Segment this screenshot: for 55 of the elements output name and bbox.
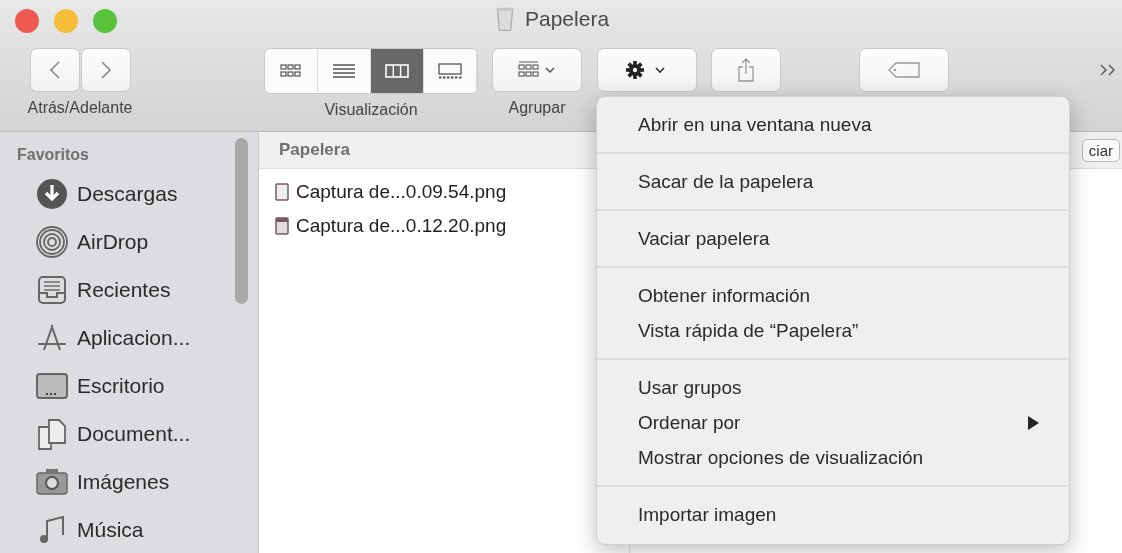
- view-mode-button[interactable]: [265, 49, 318, 93]
- file-name[interactable]: Captura de...0.09.54.png: [296, 181, 507, 203]
- grid-dropdown-icon: [517, 60, 557, 80]
- tag-icon: [887, 61, 921, 79]
- sidebar-heading: Favoritos: [16, 145, 90, 165]
- tag-button[interactable]: [859, 48, 949, 92]
- sidebar-item[interactable]: Escritorio: [77, 374, 165, 398]
- sidebar-item[interactable]: Descargas: [77, 182, 178, 206]
- column-header: Papelera: [279, 140, 350, 160]
- menu-item[interactable]: Sacar de la papelera: [597, 164, 1069, 199]
- close-button[interactable]: [15, 9, 39, 33]
- file-icon: [275, 183, 289, 201]
- gallery-icon: [436, 61, 464, 81]
- scrollbar-thumb[interactable]: [235, 138, 248, 304]
- tray-icon: [35, 273, 69, 307]
- sidebar-item[interactable]: Música: [77, 518, 144, 542]
- trash-icon: [495, 6, 515, 32]
- columns-icon: [383, 61, 411, 81]
- toolbar-label: Atrás/Adelante: [27, 99, 133, 117]
- view-mode-button[interactable]: [371, 49, 424, 93]
- menu-item[interactable]: Mostrar opciones de visualización: [597, 440, 1069, 475]
- action-button[interactable]: [597, 48, 697, 92]
- group-button[interactable]: [492, 48, 582, 92]
- back-button[interactable]: [29, 48, 80, 92]
- sidebar-item[interactable]: Document...: [77, 422, 191, 446]
- sidebar-item[interactable]: Recientes: [77, 278, 171, 302]
- file-icon: [275, 217, 289, 235]
- zoom-button[interactable]: [93, 9, 117, 33]
- sidebar-item[interactable]: Aplicacion...: [77, 326, 191, 350]
- share-icon: [736, 57, 756, 83]
- download-icon: [35, 177, 69, 211]
- menu-item[interactable]: Abrir en una ventana nueva: [597, 107, 1069, 142]
- menu-item[interactable]: Importar imagen: [597, 497, 1069, 532]
- file-name[interactable]: Captura de...0.12.20.png: [296, 215, 507, 237]
- submenu-arrow-icon: [1027, 415, 1039, 430]
- menu-item[interactable]: Vaciar papelera: [597, 221, 1069, 256]
- toolbar-label: Visualización: [324, 101, 418, 119]
- wireless-icon: [35, 225, 69, 259]
- document-icon: [35, 417, 69, 451]
- window-title: Papelera: [525, 7, 610, 31]
- toolbar-label: Agrupar: [508, 99, 566, 117]
- view-mode-control[interactable]: [264, 48, 478, 94]
- sidebar-item[interactable]: AirDrop: [77, 230, 149, 254]
- menu-item[interactable]: Obtener información: [597, 278, 1069, 313]
- menu-item[interactable]: Usar grupos: [597, 370, 1069, 405]
- list-icon: [330, 61, 358, 81]
- sidebar-item[interactable]: Imágenes: [77, 470, 170, 494]
- forward-button[interactable]: [80, 48, 131, 92]
- chevron-right-icon: [99, 60, 112, 80]
- minimize-button[interactable]: [54, 9, 78, 33]
- menu-item[interactable]: Ordenar por: [597, 405, 1069, 440]
- chevron-left-icon: [48, 60, 61, 80]
- menu-item[interactable]: Vista rápida de “Papelera”: [597, 313, 1069, 348]
- header-button[interactable]: ciar: [1081, 138, 1120, 162]
- share-button[interactable]: [711, 48, 781, 92]
